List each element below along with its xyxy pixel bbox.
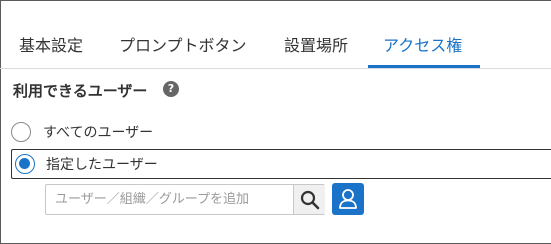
tab-access-rights[interactable]: アクセス権 [383, 32, 462, 56]
user-search-input[interactable] [46, 185, 292, 214]
user-search-box [45, 184, 325, 215]
tab-prompt-button[interactable]: プロンプトボタン [119, 32, 247, 56]
radio-label: すべてのユーザー [43, 125, 154, 141]
question-circle-icon[interactable]: ? [163, 81, 179, 97]
radio-button-checked[interactable] [15, 154, 35, 174]
tab-placement[interactable]: 設置場所 [284, 32, 348, 56]
radio-button[interactable] [11, 122, 31, 142]
search-button[interactable] [293, 185, 325, 214]
magnifier-icon [300, 190, 319, 209]
user-icon [339, 189, 357, 209]
add-user-button[interactable] [332, 183, 364, 215]
tab-basic-settings[interactable]: 基本設定 [19, 32, 83, 56]
tab-bar: 基本設定 プロンプトボタン 設置場所 アクセス権 [0, 0, 551, 69]
radio-option-specified-users[interactable]: 指定したユーザー [11, 149, 551, 179]
radio-label: 指定したユーザー [46, 157, 158, 173]
active-tab-indicator [368, 65, 480, 68]
section-title: 利用できるユーザー [13, 82, 148, 100]
radio-option-all-users[interactable]: すべてのユーザー [11, 117, 153, 147]
